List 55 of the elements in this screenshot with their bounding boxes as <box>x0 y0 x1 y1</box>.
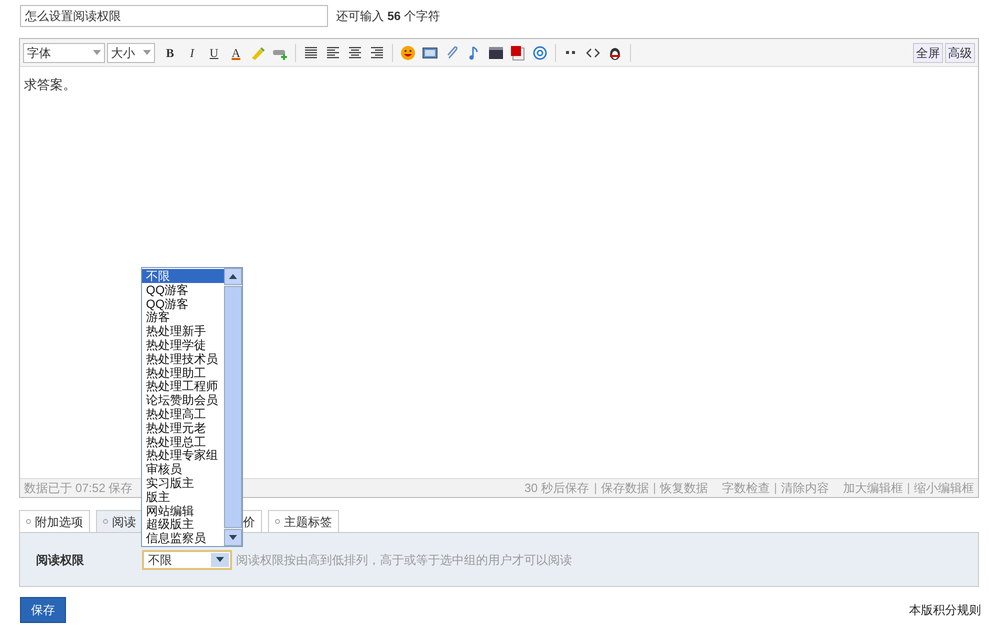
dropdown-option[interactable]: 热处理元老 <box>142 420 224 435</box>
tab[interactable]: 附加选项 <box>19 510 90 532</box>
dropdown-option[interactable]: 热处理新手 <box>142 324 224 338</box>
autosave-status: 数据已于 07:52 保存 <box>24 480 133 497</box>
rules-link[interactable]: 本版积分规则 <box>909 601 981 619</box>
format-button[interactable]: A <box>225 42 247 62</box>
autosave-timer: 30 秒后保存 <box>524 480 589 497</box>
dropdown-option[interactable]: QQ游客 <box>142 282 224 297</box>
format-button[interactable]: U <box>203 42 225 62</box>
align-right-icon[interactable] <box>369 44 385 60</box>
font-select[interactable]: 字体 <box>23 42 105 62</box>
dropdown-option[interactable]: 实习版主 <box>142 476 224 490</box>
save-button[interactable]: 保存 <box>20 597 66 623</box>
dropdown-option[interactable]: 热处理技术员 <box>142 352 224 366</box>
flash-icon[interactable] <box>510 44 526 60</box>
caret-down-icon <box>143 50 151 55</box>
caret-down-icon <box>93 50 101 55</box>
dropdown-option[interactable]: 网站编辑 <box>142 504 224 518</box>
scrollbar[interactable] <box>224 268 242 546</box>
toolbar-text-button[interactable]: 高级 <box>945 42 975 62</box>
dropdown-option[interactable]: 热处理专家组 <box>142 448 224 462</box>
title-input[interactable]: 怎么设置阅读权限 <box>20 5 328 27</box>
film-icon[interactable] <box>488 44 504 60</box>
tab[interactable]: 价 <box>242 510 262 532</box>
dropdown-option[interactable]: 热处理高工 <box>142 406 224 421</box>
spellcheck-icon[interactable] <box>250 44 266 60</box>
permission-hint: 阅读权限按由高到低排列，高于或等于选中组的用户才可以阅读 <box>236 552 572 568</box>
image-icon[interactable] <box>422 44 438 60</box>
permission-select[interactable]: 不限 <box>142 550 232 570</box>
dropdown-option[interactable]: 热处理助工 <box>142 366 224 380</box>
dropdown-option[interactable]: QQ游客 <box>142 296 224 310</box>
align-center-icon[interactable] <box>347 44 363 60</box>
dropdown-option[interactable]: 信息监察员 <box>142 531 224 545</box>
dropdown-option[interactable]: 热处理学徒 <box>142 338 224 352</box>
align-left-icon[interactable] <box>325 44 341 60</box>
dropdown-arrow-icon <box>216 557 224 562</box>
dropdown-option[interactable]: 游客 <box>142 310 224 324</box>
dropdown-option[interactable]: 版主 <box>142 490 224 504</box>
scroll-up-icon <box>229 274 237 279</box>
dropdown-option[interactable]: 不限 <box>142 269 224 283</box>
toolbar-text-button[interactable]: 全屏 <box>913 42 943 62</box>
format-button[interactable]: B <box>159 42 181 62</box>
dropdown-option[interactable]: 热处理工程师 <box>142 379 224 394</box>
dropdown-option[interactable]: 热处理总工 <box>142 434 224 448</box>
justify-icon[interactable] <box>303 44 319 60</box>
dropdown-option[interactable]: 超级版主 <box>142 517 224 532</box>
size-select[interactable]: 大小 <box>107 42 155 62</box>
dropdown-option[interactable]: 审核员 <box>142 462 224 476</box>
smiley-icon[interactable] <box>400 44 416 60</box>
dropdown-option[interactable]: 论坛赞助会员 <box>142 393 224 407</box>
tab[interactable]: 主题标签 <box>268 510 339 532</box>
scroll-down-icon <box>229 535 237 540</box>
format-button[interactable]: I <box>181 42 203 62</box>
char-counter: 还可输入 56 个字符 <box>336 8 440 25</box>
field-label: 阅读权限 <box>36 552 85 568</box>
